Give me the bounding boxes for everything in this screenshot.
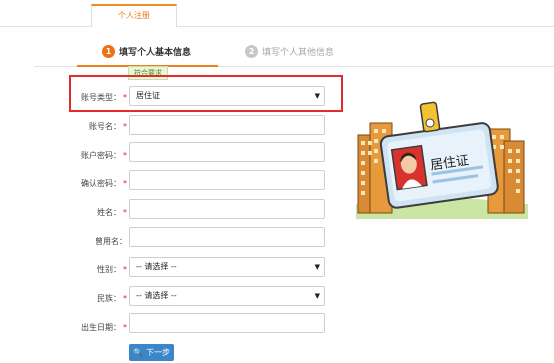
- former-name-input[interactable]: [129, 227, 325, 247]
- ethnicity-value: -- 请选择 --: [136, 291, 177, 300]
- name-label: 姓名： *: [0, 207, 127, 218]
- step-1: 1 填写个人基本信息: [102, 45, 191, 58]
- confirm-password-input[interactable]: [129, 170, 325, 190]
- account-name-input[interactable]: [129, 115, 325, 135]
- confirm-password-label-text: 确认密码：: [81, 179, 121, 188]
- chevron-down-icon: ▼: [314, 263, 320, 271]
- name-label-text: 姓名：: [97, 208, 121, 217]
- step-2-number: 2: [245, 45, 258, 58]
- next-step-label: 下一步: [145, 348, 170, 357]
- ethnicity-label: 民族： *: [0, 293, 127, 304]
- search-icon: 🔍: [133, 348, 143, 357]
- required-mark: *: [123, 179, 127, 188]
- required-mark: *: [123, 122, 127, 131]
- password-label-text: 账户密码：: [81, 151, 121, 160]
- required-mark: *: [123, 208, 127, 217]
- highlight-box: [69, 75, 343, 112]
- residence-permit-illustration: 居住证: [356, 101, 528, 219]
- birth-date-label-text: 出生日期：: [81, 323, 121, 332]
- required-mark: *: [123, 265, 127, 274]
- step-1-label: 填写个人基本信息: [119, 48, 192, 58]
- password-input[interactable]: [129, 142, 325, 162]
- confirm-password-label: 确认密码： *: [0, 178, 127, 189]
- step-1-number: 1: [102, 45, 115, 58]
- gender-select[interactable]: -- 请选择 -- ▼: [129, 257, 325, 277]
- gender-label: 性别： *: [0, 264, 127, 275]
- former-name-label: 曾用名：: [0, 236, 127, 247]
- account-name-label-text: 账号名：: [89, 122, 121, 131]
- required-mark: *: [123, 151, 127, 160]
- name-input[interactable]: [129, 199, 325, 219]
- next-step-button[interactable]: 🔍 下一步: [129, 344, 174, 361]
- step-2-label: 填写个人其他信息: [262, 48, 335, 58]
- birth-date-input[interactable]: [129, 313, 325, 333]
- required-mark: *: [123, 323, 127, 332]
- ethnicity-select[interactable]: -- 请选择 -- ▼: [129, 286, 325, 306]
- birth-date-label: 出生日期： *: [0, 322, 127, 333]
- tab-personal-registration[interactable]: 个人注册: [91, 4, 177, 27]
- former-name-label-text: 曾用名：: [95, 237, 127, 246]
- account-name-label: 账号名： *: [0, 121, 127, 132]
- chevron-down-icon: ▼: [314, 292, 320, 300]
- ethnicity-label-text: 民族：: [97, 294, 121, 303]
- password-label: 账户密码： *: [0, 150, 127, 161]
- gender-value: -- 请选择 --: [136, 262, 177, 271]
- gender-label-text: 性别：: [97, 265, 121, 274]
- required-mark: *: [123, 294, 127, 303]
- step-2: 2 填写个人其他信息: [245, 45, 334, 58]
- tab-bar-line: [0, 26, 554, 27]
